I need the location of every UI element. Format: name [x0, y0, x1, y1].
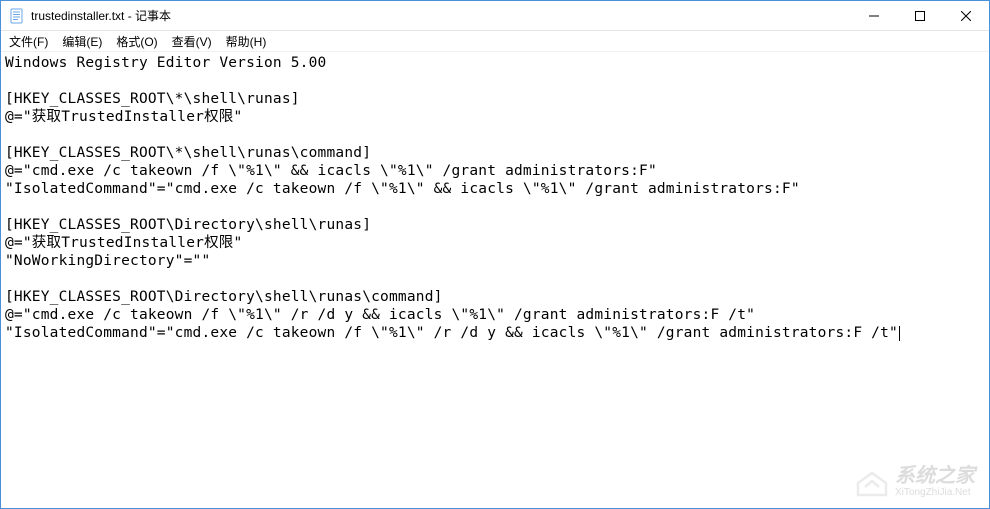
notepad-window: trustedinstaller.txt - 记事本 文件(F) 编辑(E) 格…: [0, 0, 990, 509]
text-line: @="获取TrustedInstaller权限": [5, 235, 242, 251]
notepad-icon: [9, 8, 25, 24]
window-title: trustedinstaller.txt - 记事本: [31, 7, 171, 24]
menu-format[interactable]: 格式(O): [110, 31, 165, 52]
maximize-button[interactable]: [897, 1, 943, 30]
menu-file[interactable]: 文件(F): [3, 31, 56, 52]
titlebar[interactable]: trustedinstaller.txt - 记事本: [1, 1, 989, 31]
text-line: [HKEY_CLASSES_ROOT\Directory\shell\runas…: [5, 217, 371, 233]
text-line: "NoWorkingDirectory"="": [5, 253, 210, 269]
text-line: "IsolatedCommand"="cmd.exe /c takeown /f…: [5, 325, 898, 341]
menubar: 文件(F) 编辑(E) 格式(O) 查看(V) 帮助(H): [1, 31, 989, 52]
text-line: "IsolatedCommand"="cmd.exe /c takeown /f…: [5, 181, 800, 197]
text-line: [HKEY_CLASSES_ROOT\Directory\shell\runas…: [5, 289, 443, 305]
minimize-button[interactable]: [851, 1, 897, 30]
text-caret: [899, 326, 900, 341]
text-line: Windows Registry Editor Version 5.00: [5, 55, 326, 71]
text-editor[interactable]: Windows Registry Editor Version 5.00 [HK…: [1, 52, 989, 508]
window-controls: [851, 1, 989, 30]
text-line: @="获取TrustedInstaller权限": [5, 109, 242, 125]
menu-edit[interactable]: 编辑(E): [56, 31, 110, 52]
menu-help[interactable]: 帮助(H): [220, 31, 275, 52]
text-line: [HKEY_CLASSES_ROOT\*\shell\runas]: [5, 91, 300, 107]
menu-view[interactable]: 查看(V): [166, 31, 220, 52]
text-line: @="cmd.exe /c takeown /f \"%1\" && icacl…: [5, 163, 657, 179]
text-line: @="cmd.exe /c takeown /f \"%1\" /r /d y …: [5, 307, 755, 323]
close-button[interactable]: [943, 1, 989, 30]
text-line: [HKEY_CLASSES_ROOT\*\shell\runas\command…: [5, 145, 371, 161]
